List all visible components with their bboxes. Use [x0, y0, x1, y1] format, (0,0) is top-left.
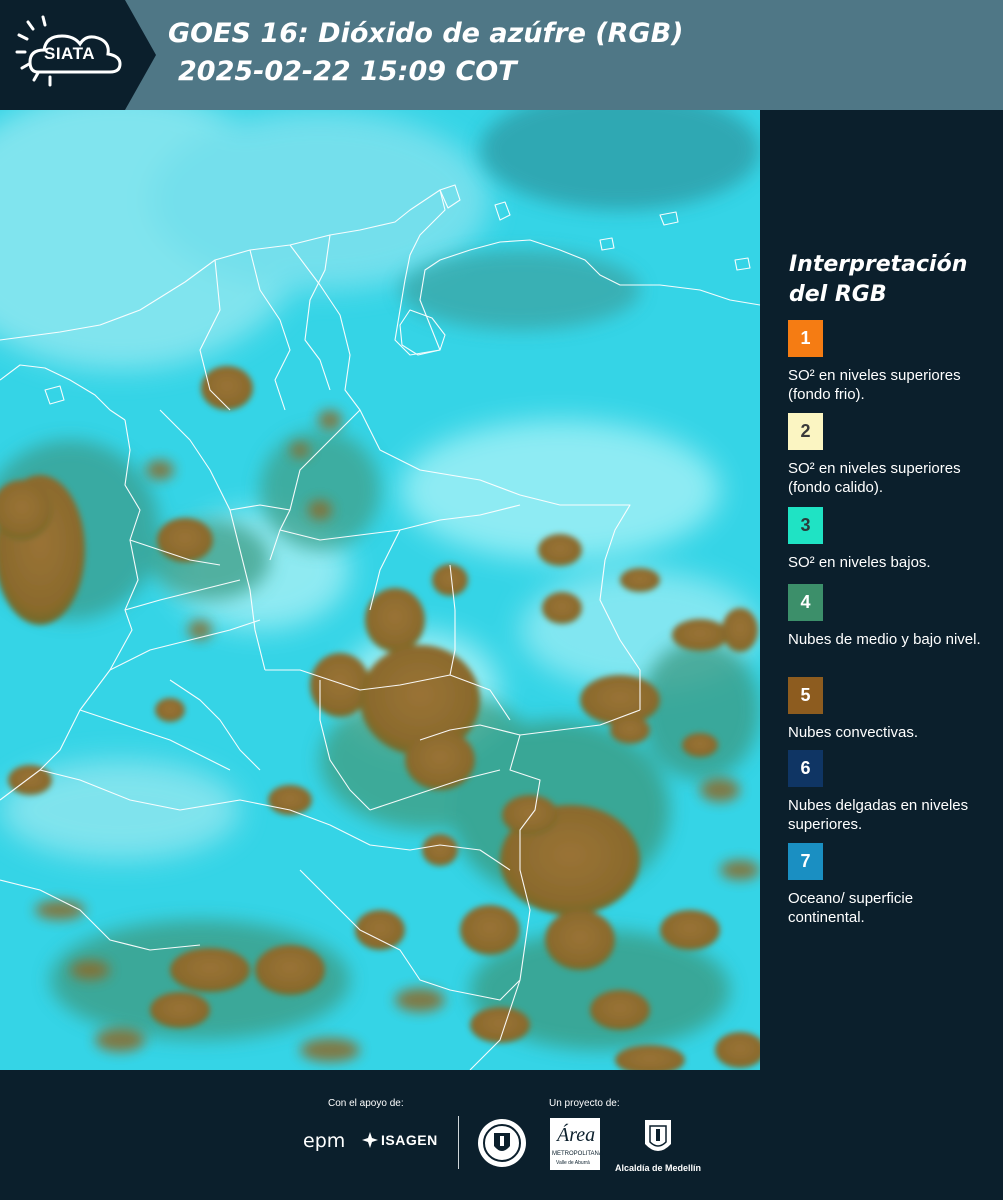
legend-swatch: 3	[788, 507, 823, 544]
legend-item: 4 Nubes de medio y bajo nivel.	[788, 584, 993, 649]
medellin-seal-icon	[478, 1119, 526, 1167]
legend-swatch: 5	[788, 677, 823, 714]
legend-description: SO² en niveles superiores (fondo calido)…	[788, 460, 961, 496]
legend-item: 1 SO² en niveles superiores (fondo frio).	[788, 320, 993, 404]
legend-swatch: 1	[788, 320, 823, 357]
satellite-image	[0, 110, 760, 1070]
legend-item: 2 SO² en niveles superiores (fondo calido…	[788, 413, 993, 497]
legend-item: 5 Nubes convectivas.	[788, 677, 993, 742]
area-logo-sub2: Valle de Aburrá	[556, 1160, 590, 1166]
legend-description: SO² en niveles bajos.	[788, 554, 931, 571]
legend-description: Nubes convectivas.	[788, 724, 919, 741]
project-label: Un proyecto de:	[549, 1098, 620, 1109]
legend-panel: Interpretación del RGB 1 SO² en niveles s…	[760, 110, 1003, 1070]
isagen-logo: ISAGEN	[362, 1132, 438, 1148]
legend-item: 7 Oceano/ superficie continental.	[788, 843, 993, 927]
legend-description: Oceano/ superficie continental.	[788, 890, 914, 926]
legend-description: Nubes delgadas en niveles superiores.	[788, 797, 969, 833]
legend-item: 6 Nubes delgadas en niveles superiores.	[788, 750, 993, 834]
legend-swatch: 2	[788, 413, 823, 450]
legend-item: 3 SO² en niveles bajos.	[788, 507, 993, 572]
epm-logo-text: epm	[303, 1130, 346, 1152]
header-bar: SIATA GOES 16: Dióxido de azúfre (RGB) 2…	[0, 0, 1003, 110]
siata-logo: SIATA	[0, 0, 156, 110]
legend-description: Nubes de medio y bajo nivel.	[788, 631, 981, 648]
siata-logo-text: SIATA	[44, 44, 95, 63]
isagen-star-icon	[362, 1132, 378, 1148]
legend-title: Interpretación del RGB	[789, 252, 968, 307]
legend-swatch: 7	[788, 843, 823, 880]
footer: Con el apoyo de: Un proyecto de: epm ISA…	[0, 1070, 1003, 1200]
alcaldia-medellin-logo: Alcaldía de Medellín	[612, 1118, 704, 1173]
support-label: Con el apoyo de:	[328, 1098, 404, 1109]
area-logo-sub: METROPOLITANA	[552, 1151, 603, 1157]
page-title: GOES 16: Dióxido de azúfre (RGB)	[168, 18, 684, 49]
area-metropolitana-logo: Área METROPOLITANA Valle de Aburrá	[550, 1118, 603, 1170]
legend-swatch: 6	[788, 750, 823, 787]
satellite-map	[0, 110, 760, 1070]
isagen-logo-text: ISAGEN	[381, 1132, 438, 1148]
footer-divider	[458, 1116, 459, 1169]
epm-logo: epm	[303, 1130, 345, 1152]
area-logo-word: Área	[557, 1124, 596, 1146]
alcaldia-label: Alcaldía de Medellín	[614, 1163, 702, 1173]
image-datetime: 2025-02-22 15:09 COT	[178, 56, 517, 87]
alcaldia-crest-icon	[645, 1120, 671, 1151]
legend-description: SO² en niveles superiores (fondo frio).	[788, 367, 961, 403]
legend-swatch: 4	[788, 584, 823, 621]
